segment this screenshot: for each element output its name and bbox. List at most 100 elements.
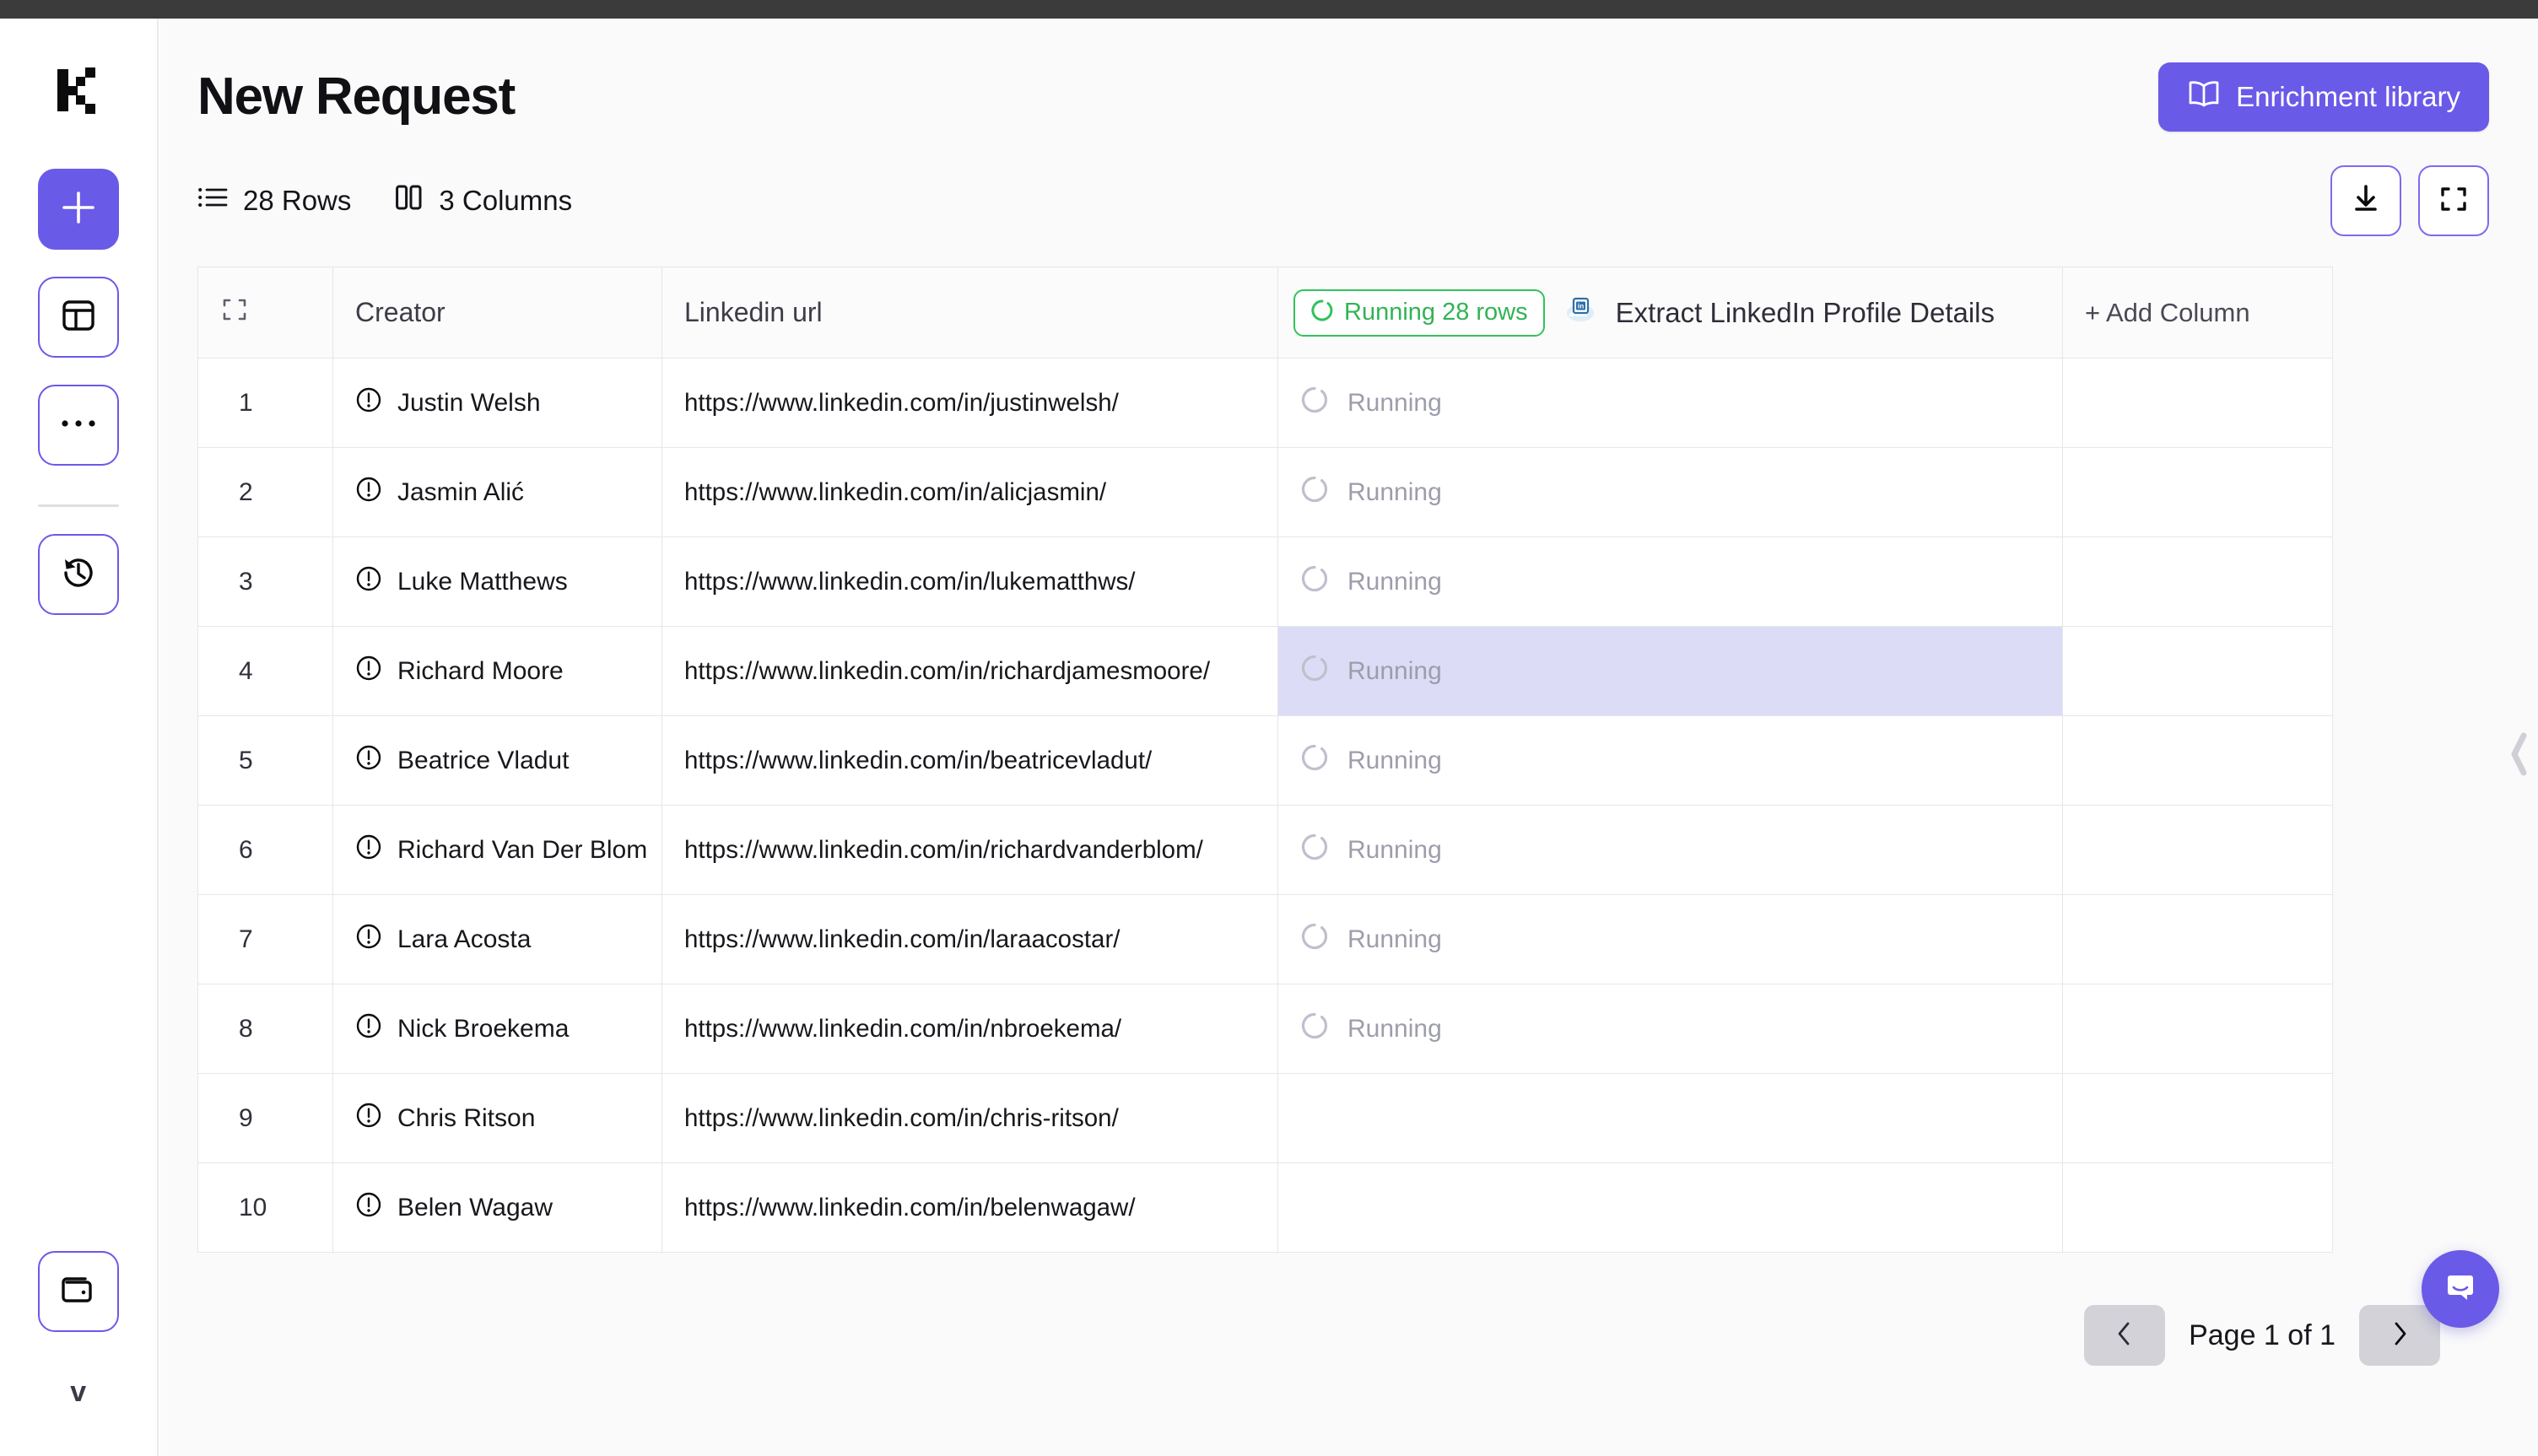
chevron-right-icon <box>2387 1319 2412 1352</box>
alert-circle-icon <box>355 476 382 510</box>
alert-circle-icon <box>355 565 382 599</box>
column-header-linkedin-url[interactable]: Linkedin url <box>662 267 1278 359</box>
table-row[interactable]: 2 Jasmin Alić https://www.linkedin.com/in/… <box>197 447 2333 537</box>
enrichment-cell[interactable]: Running <box>1277 537 2063 627</box>
row-index-cell: 1 <box>197 358 333 448</box>
spinner-icon <box>1300 1011 1329 1047</box>
enrichment-cell[interactable]: Running <box>1277 715 2063 806</box>
alert-circle-icon <box>355 655 382 688</box>
linkedin-url-cell[interactable]: https://www.linkedin.com/in/alicjasmin/ <box>662 447 1278 537</box>
page-header: New Request Enrichment library <box>160 19 2538 132</box>
support-chat-button[interactable] <box>2422 1250 2499 1328</box>
sidebar-item-billing[interactable] <box>38 1251 119 1332</box>
creator-cell[interactable]: Richard Van Der Blom <box>332 805 662 895</box>
alert-circle-icon <box>355 923 382 957</box>
add-column-cell <box>2062 447 2333 537</box>
linkedin-url-cell[interactable]: https://www.linkedin.com/in/nbroekema/ <box>662 984 1278 1074</box>
enrichment-cell[interactable]: Running <box>1277 447 2063 537</box>
creator-cell-inner: Justin Welsh <box>355 386 640 420</box>
alert-circle-icon <box>355 386 382 420</box>
linkedin-cloud-icon: in <box>1563 293 1597 333</box>
creator-cell[interactable]: Justin Welsh <box>332 358 662 448</box>
sidebar-divider <box>38 504 119 507</box>
creator-name: Luke Matthews <box>397 567 568 596</box>
table-row[interactable]: 10 Belen Wagaw https://www.linkedin.com/in… <box>197 1162 2333 1253</box>
select-all-cell[interactable] <box>197 267 333 359</box>
table-row[interactable]: 7 Lara Acosta https://www.linkedin.com/in/… <box>197 894 2333 984</box>
linkedin-url-cell[interactable]: https://www.linkedin.com/in/chris-ritson… <box>662 1073 1278 1163</box>
creator-cell[interactable]: Belen Wagaw <box>332 1162 662 1253</box>
creator-cell[interactable]: Richard Moore <box>332 626 662 716</box>
table-row[interactable]: 6 Richard Van Der Blom https://www.linkedi… <box>197 805 2333 895</box>
linkedin-url-cell[interactable]: https://www.linkedin.com/in/laraacostar/ <box>662 894 1278 984</box>
creator-name: Justin Welsh <box>397 388 541 417</box>
creator-cell[interactable]: Chris Ritson <box>332 1073 662 1163</box>
enrichment-cell[interactable]: Running <box>1277 358 2063 448</box>
column-header-creator[interactable]: Creator <box>332 267 662 359</box>
plus-icon <box>59 188 98 231</box>
column-header-enrichment[interactable]: Running 28 rows in Extract LinkedIn Prof… <box>1277 267 2063 359</box>
row-index-cell: 3 <box>197 537 333 627</box>
clock-rewind-icon <box>59 553 98 596</box>
creator-cell-inner: Nick Broekema <box>355 1012 640 1046</box>
columns-count-label: 3 Columns <box>439 185 573 216</box>
creator-cell[interactable]: Jasmin Alić <box>332 447 662 537</box>
table-row[interactable]: 5 Beatrice Vladut https://www.linkedin.com… <box>197 715 2333 806</box>
kleo-logo[interactable] <box>52 64 105 116</box>
enrichment-status-label: Running <box>1347 925 1442 953</box>
linkedin-url-cell[interactable]: https://www.linkedin.com/in/lukematthws/ <box>662 537 1278 627</box>
creator-name: Jasmin Alić <box>397 477 525 506</box>
table-tool-buttons <box>2330 165 2489 236</box>
row-index-cell: 10 <box>197 1162 333 1253</box>
sidebar-item-more[interactable] <box>38 385 119 466</box>
creator-cell[interactable]: Luke Matthews <box>332 537 662 627</box>
creator-cell[interactable]: Nick Broekema <box>332 984 662 1074</box>
status-badge-label: Running 28 rows <box>1344 299 1528 326</box>
sidebar-item-tables[interactable] <box>38 277 119 358</box>
table-row[interactable]: 1 Justin Welsh https://www.linkedin.com/in… <box>197 358 2333 448</box>
add-column-cell <box>2062 626 2333 716</box>
linkedin-url-cell[interactable]: https://www.linkedin.com/in/justinwelsh/ <box>662 358 1278 448</box>
creator-cell[interactable]: Lara Acosta <box>332 894 662 984</box>
linkedin-url-cell[interactable]: https://www.linkedin.com/in/belenwagaw/ <box>662 1162 1278 1253</box>
chevron-left-icon <box>2112 1319 2137 1352</box>
add-column-cell <box>2062 715 2333 806</box>
columns-count[interactable]: 3 Columns <box>395 183 572 218</box>
linkedin-url-cell[interactable]: https://www.linkedin.com/in/richardjames… <box>662 626 1278 716</box>
avatar[interactable]: v <box>70 1376 86 1409</box>
sidebar-item-history[interactable] <box>38 534 119 615</box>
linkedin-url-cell[interactable]: https://www.linkedin.com/in/richardvande… <box>662 805 1278 895</box>
pagination-next-button[interactable] <box>2359 1305 2440 1366</box>
add-column-cell <box>2062 1162 2333 1253</box>
enrichment-cell[interactable]: Running <box>1277 626 2063 716</box>
creator-cell[interactable]: Beatrice Vladut <box>332 715 662 806</box>
panel-collapse-button[interactable] <box>2504 727 2533 785</box>
rows-count[interactable]: 28 Rows <box>197 185 351 217</box>
enrichment-library-button[interactable]: Enrichment library <box>2158 62 2489 132</box>
expand-select-icon <box>220 299 249 330</box>
enrichment-status-label: Running <box>1347 388 1442 417</box>
spinner-icon <box>1310 299 1334 327</box>
page-title: New Request <box>197 67 516 126</box>
table-row[interactable]: 9 Chris Ritson https://www.linkedin.com/in… <box>197 1073 2333 1163</box>
enrichment-cell[interactable]: Running <box>1277 894 2063 984</box>
spinner-icon <box>1300 833 1329 868</box>
enrichment-cell[interactable] <box>1277 1162 2063 1253</box>
download-button[interactable] <box>2330 165 2401 236</box>
add-column-cell <box>2062 805 2333 895</box>
enrichment-cell[interactable] <box>1277 1073 2063 1163</box>
pagination-prev-button[interactable] <box>2084 1305 2166 1366</box>
fullscreen-button[interactable] <box>2418 165 2489 236</box>
linkedin-url-cell[interactable]: https://www.linkedin.com/in/beatricevlad… <box>662 715 1278 806</box>
add-column-button[interactable]: + Add Column <box>2062 267 2333 359</box>
table-row[interactable]: 8 Nick Broekema https://www.linkedin.com/i… <box>197 984 2333 1074</box>
enrichment-cell[interactable]: Running <box>1277 984 2063 1074</box>
chevron-left-icon <box>2504 732 2533 785</box>
sidebar-item-new-request[interactable] <box>38 169 119 250</box>
enrichment-cell[interactable]: Running <box>1277 805 2063 895</box>
creator-cell-inner: Richard Moore <box>355 655 640 688</box>
table-row[interactable]: 3 Luke Matthews https://www.linkedin.com/i… <box>197 537 2333 627</box>
table-row[interactable]: 4 Richard Moore https://www.linkedin.com/i… <box>197 626 2333 716</box>
row-index-cell: 9 <box>197 1073 333 1163</box>
add-column-cell <box>2062 1073 2333 1163</box>
